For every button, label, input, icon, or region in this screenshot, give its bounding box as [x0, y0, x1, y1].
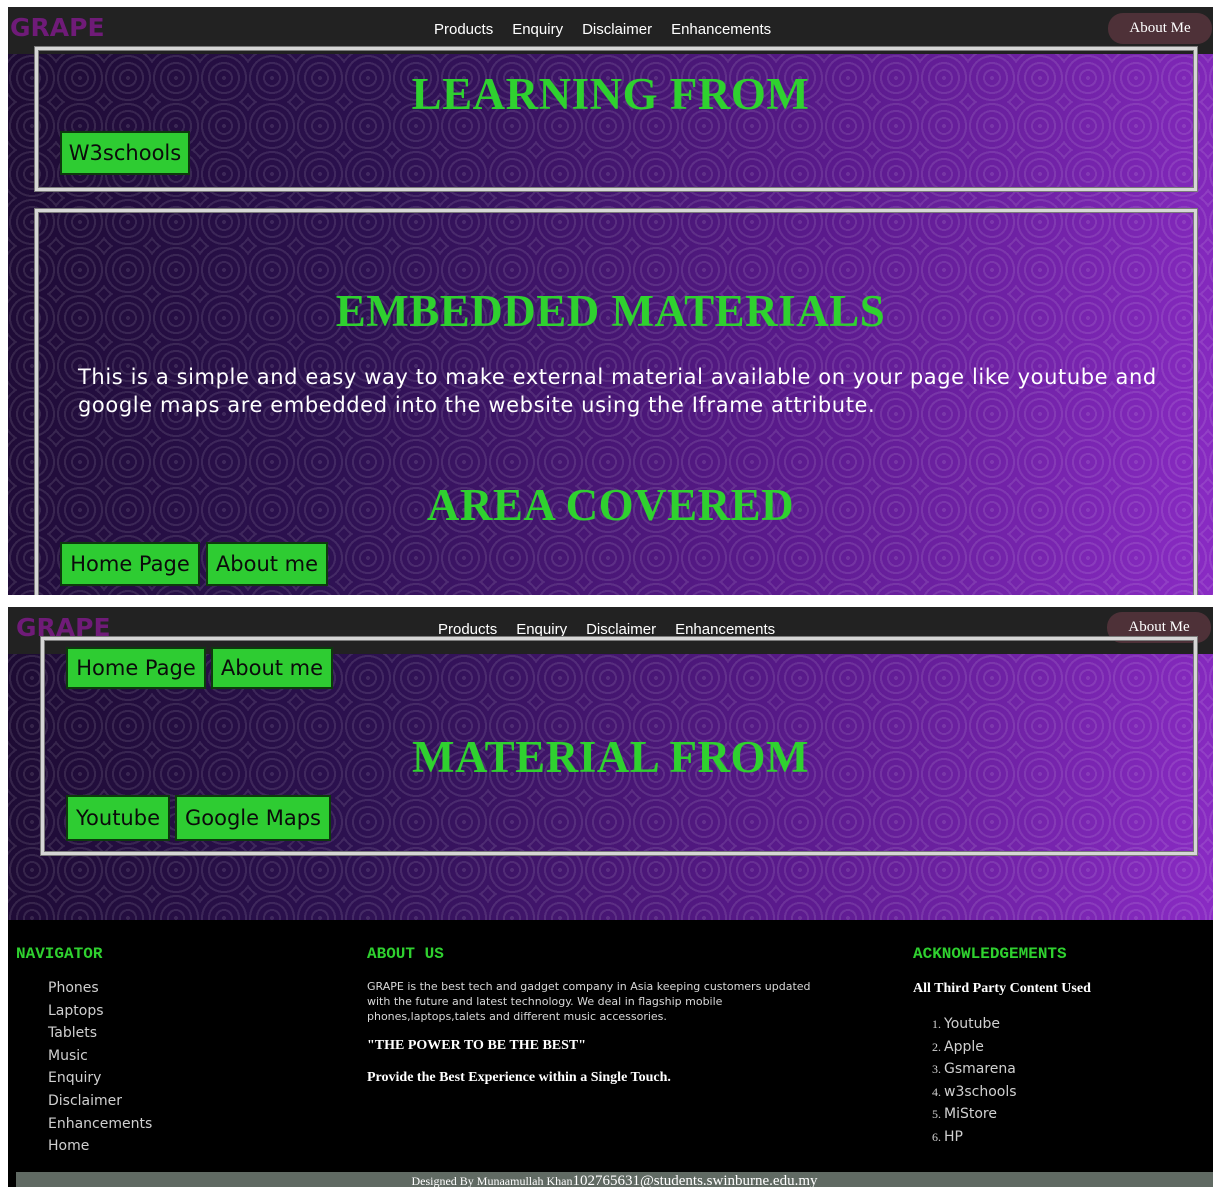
- acknowledgements-subheading: All Third Party Content Used: [913, 981, 1091, 996]
- nav-link-enquiry[interactable]: Enquiry: [516, 621, 567, 638]
- footer-link-laptops[interactable]: Laptops: [48, 1000, 152, 1023]
- about-me-link-button[interactable]: About me: [206, 542, 328, 586]
- about-tagline: Provide the Best Experience within a Sin…: [367, 1070, 671, 1085]
- w3schools-button[interactable]: W3schools: [60, 131, 190, 175]
- footer-link-music[interactable]: Music: [48, 1045, 152, 1068]
- screenshot-top: GRAPE Products Enquiry Disclaimer Enhanc…: [8, 7, 1213, 595]
- embedded-description: This is a simple and easy way to make ex…: [78, 365, 1157, 417]
- footer: NAVIGATOR Phones Laptops Tablets Music E…: [8, 920, 1213, 1187]
- home-page-button[interactable]: Home Page: [60, 542, 200, 586]
- acknowledgements-list: 1. Youtube 2. Apple 3. Gsmarena 4. w3schools…: [932, 1013, 1017, 1149]
- credit-email[interactable]: 102765631@students.swinburne.edu.my: [572, 1173, 817, 1187]
- google-maps-button[interactable]: Google Maps: [175, 795, 331, 841]
- nav-link-enhancements[interactable]: Enhancements: [675, 621, 775, 638]
- designer-credit: Designed By Munaamullah Khan102765631@st…: [16, 1172, 1213, 1187]
- nav-link-enquiry[interactable]: Enquiry: [512, 21, 563, 38]
- footer-link-home[interactable]: Home: [48, 1135, 152, 1158]
- about-us-text: GRAPE is the best tech and gadget compan…: [367, 980, 811, 1023]
- ack-item: 5. MiStore: [932, 1106, 997, 1123]
- about-us-heading: ABOUT US: [367, 945, 444, 963]
- nav-link-products[interactable]: Products: [434, 21, 493, 38]
- footer-nav-list: Phones Laptops Tablets Music Enquiry Dis…: [48, 977, 152, 1158]
- nav-link-disclaimer[interactable]: Disclaimer: [582, 21, 652, 38]
- embedded-materials-title: EMBEDDED MATERIALS: [335, 286, 886, 336]
- nav-links: Products Enquiry Disclaimer Enhancements: [438, 621, 775, 638]
- ack-item: 3. Gsmarena: [932, 1061, 1016, 1078]
- about-me-button[interactable]: About Me: [1108, 13, 1212, 44]
- about-me-link-button[interactable]: About me: [211, 647, 333, 689]
- about-quote: "THE POWER TO BE THE BEST": [367, 1038, 587, 1053]
- nav-links: Products Enquiry Disclaimer Enhancements: [434, 21, 771, 38]
- ack-item: 2. Apple: [932, 1038, 984, 1055]
- navigator-heading: NAVIGATOR: [16, 945, 103, 963]
- acknowledgements-heading: ACKNOWLEDGEMENTS: [913, 945, 1067, 963]
- footer-link-enquiry[interactable]: Enquiry: [48, 1067, 152, 1090]
- learning-from-title: LEARNING FROM: [411, 69, 810, 119]
- footer-link-tablets[interactable]: Tablets: [48, 1022, 152, 1045]
- footer-link-enhancements[interactable]: Enhancements: [48, 1113, 152, 1136]
- nav-link-disclaimer[interactable]: Disclaimer: [586, 621, 656, 638]
- ack-item: 4. w3schools: [932, 1083, 1017, 1100]
- youtube-button[interactable]: Youtube: [66, 795, 170, 841]
- nav-link-enhancements[interactable]: Enhancements: [671, 21, 771, 38]
- nav-link-products[interactable]: Products: [438, 621, 497, 638]
- home-page-button[interactable]: Home Page: [66, 647, 206, 689]
- footer-link-disclaimer[interactable]: Disclaimer: [48, 1090, 152, 1113]
- ack-item: 6. HP: [932, 1128, 963, 1145]
- footer-link-phones[interactable]: Phones: [48, 977, 152, 1000]
- credit-name: Designed By Munaamullah Khan: [411, 1174, 573, 1187]
- material-from-title: MATERIAL FROM: [412, 732, 809, 782]
- logo[interactable]: GRAPE: [10, 13, 105, 42]
- ack-item: 1. Youtube: [932, 1016, 1000, 1032]
- screenshot-bottom: GRAPE Products Enquiry Disclaimer Enhanc…: [8, 607, 1213, 1187]
- area-covered-title: AREA COVERED: [426, 480, 795, 530]
